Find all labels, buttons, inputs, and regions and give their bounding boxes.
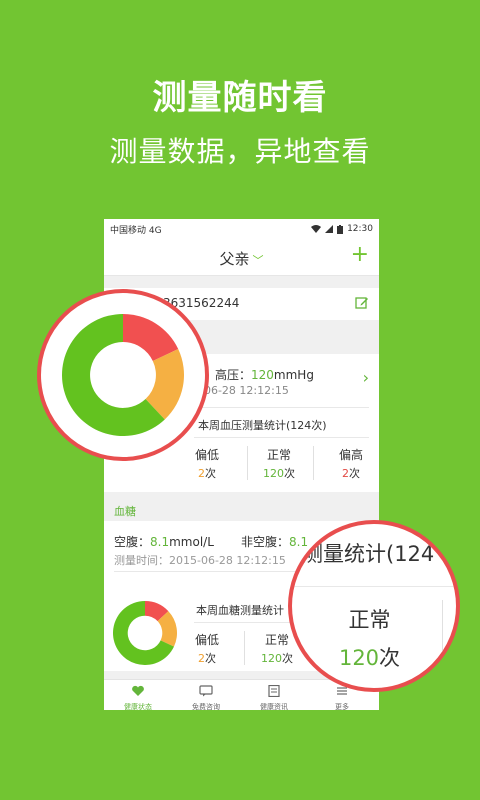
divider	[313, 446, 314, 480]
chat-icon	[199, 685, 213, 697]
news-icon	[268, 684, 280, 698]
family-selector[interactable]: 父亲 ﹀	[104, 248, 379, 269]
bp-stat-low: 偏低 2次	[182, 446, 232, 481]
bp-high-value: 120	[251, 368, 274, 382]
nav-bar: 父亲 ﹀ +	[104, 239, 379, 276]
hero-title: 测量随时看	[152, 78, 328, 118]
tab-label: 健康资讯	[260, 703, 288, 710]
edit-icon[interactable]	[355, 296, 369, 310]
stat-unit: 次	[205, 467, 216, 480]
bp-stat-normal: 正常 120次	[254, 446, 304, 481]
fasting-label: 空腹：	[114, 535, 151, 549]
stat-count: 120	[263, 467, 284, 480]
blood-sugar-donut-chart	[113, 601, 177, 665]
zoom-count-unit: 次	[379, 646, 401, 670]
tab-label: 免费咨询	[192, 703, 220, 710]
zoom-stat-label: 正常	[348, 608, 391, 632]
sugar-stat-low: 偏低 2次	[182, 631, 232, 666]
stat-count: 2	[342, 467, 349, 480]
nonfasting-reading: 非空腹：8.1	[241, 533, 308, 550]
stat-unit: 次	[205, 652, 216, 665]
divider	[292, 586, 456, 587]
tab-label: 更多	[335, 703, 349, 710]
bp-stat-high: 偏高 2次	[326, 446, 376, 481]
nonfasting-label: 非空腹：	[241, 535, 290, 549]
zoom-count-value: 120	[338, 646, 380, 670]
bp-stat-title: 本周血压测量统计(124次)	[198, 419, 327, 432]
sugar-stat-title: 本周血糖测量统计	[196, 604, 284, 617]
fasting-unit: mmol/L	[169, 535, 214, 549]
tab-health-news[interactable]: 健康资讯	[240, 682, 308, 710]
fasting-value: 8.1	[150, 535, 170, 549]
heart-icon	[132, 685, 144, 696]
fasting-reading: 空腹：8.1mmol/L	[114, 533, 214, 550]
wifi-icon	[311, 225, 322, 233]
add-button[interactable]: +	[351, 243, 369, 267]
battery-icon	[337, 224, 344, 234]
stat-count: 120	[261, 652, 282, 665]
chevron-down-icon: ﹀	[252, 254, 264, 267]
stat-count: 2	[198, 467, 205, 480]
carrier-label: 中国移动 4G	[110, 225, 162, 236]
sugar-measure-time: 测量时间：2015-06-28 12:12:15	[114, 554, 286, 567]
chevron-right-icon[interactable]: ›	[363, 368, 369, 387]
stat-unit: 次	[284, 467, 295, 480]
magnifier-stats-zoom: 测量统计(124 正常 120次	[288, 520, 460, 692]
divider	[247, 446, 248, 480]
bp-high-reading: 高压：120mmHg	[215, 366, 314, 383]
stat-label: 偏高	[338, 448, 363, 462]
status-bar: 中国移动 4G 12:30	[104, 219, 379, 239]
bp-measure-time: -06-28 12:12:15	[200, 384, 289, 397]
tab-free-consult[interactable]: 免费咨询	[172, 682, 240, 710]
clock-label: 12:30	[347, 224, 373, 234]
bp-high-label: 高压：	[215, 368, 252, 382]
family-member-name: 父亲	[219, 250, 250, 268]
bp-high-unit: mmHg	[273, 368, 314, 382]
divider	[194, 437, 369, 438]
signal-icon	[325, 225, 334, 233]
tab-health-status[interactable]: 健康状态	[104, 682, 172, 710]
stat-label: 偏低	[194, 448, 219, 462]
stat-unit: 次	[349, 467, 360, 480]
stat-label: 偏低	[194, 633, 219, 647]
tab-label: 健康状态	[124, 703, 152, 710]
magnifier-donut-zoom	[37, 289, 209, 461]
stat-count: 2	[198, 652, 205, 665]
zoom-stat-title: 测量统计(124	[302, 542, 435, 566]
hero-subtitle: 测量数据，异地查看	[109, 135, 371, 168]
blood-pressure-donut-chart	[62, 314, 184, 436]
stat-label: 正常	[266, 448, 291, 462]
section-title-blood-sugar: 血糖	[114, 505, 136, 518]
zoom-stat-count: 120次	[292, 642, 447, 672]
divider	[244, 631, 245, 665]
